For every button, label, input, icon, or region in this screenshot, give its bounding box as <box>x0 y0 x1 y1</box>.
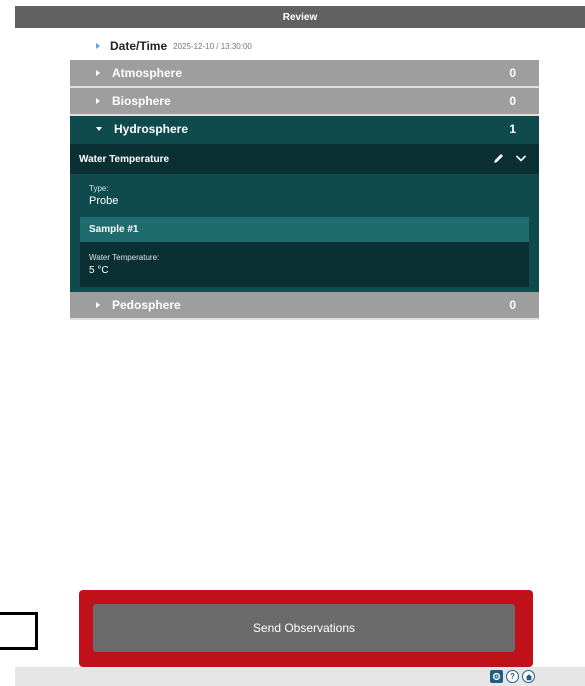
sample-header[interactable]: Sample #1 <box>80 217 529 242</box>
pencil-icon[interactable] <box>493 152 505 167</box>
triangle-right-icon <box>96 43 100 49</box>
sample-body: Water Temperature: 5 °C <box>80 242 529 287</box>
help-glyph: ? <box>510 672 515 681</box>
type-value: Probe <box>89 195 119 207</box>
type-label: Type: <box>89 184 109 193</box>
caret-down-icon <box>96 127 102 131</box>
section-label: Hydrosphere <box>114 122 189 136</box>
section-label: Pedosphere <box>112 298 181 312</box>
section-count: 0 <box>509 94 516 108</box>
section-hydrosphere[interactable]: Hydrosphere 1 <box>70 116 539 144</box>
sections-panel: Atmosphere 0 Biosphere 0 Hydrosphere 1 W… <box>70 60 539 320</box>
send-button-label: Send Observations <box>252 621 356 635</box>
section-label: Atmosphere <box>112 66 183 80</box>
help-icon[interactable]: ? <box>506 670 519 683</box>
gear-icon[interactable] <box>490 670 503 683</box>
observation-header[interactable]: Water Temperature <box>70 144 539 174</box>
observation-title: Water Temperature <box>79 153 170 165</box>
page-title: Review <box>282 11 318 23</box>
section-atmosphere[interactable]: Atmosphere 0 <box>70 60 539 88</box>
footer-icons: ? <box>490 670 535 683</box>
caret-right-icon <box>96 302 100 308</box>
type-field: Type: Probe <box>80 184 529 217</box>
caret-right-icon <box>96 70 100 76</box>
review-header: Review <box>15 6 585 28</box>
review-screen: Review Date/Time 2025-12-10 / 13:30:00 A… <box>0 0 585 686</box>
section-count: 0 <box>509 66 516 80</box>
home-icon[interactable] <box>522 670 535 683</box>
observation-body: Type: Probe Sample #1 Water Temperature:… <box>70 174 539 292</box>
datetime-row: Date/Time 2025-12-10 / 13:30:00 <box>96 37 252 55</box>
caret-right-icon <box>96 98 100 104</box>
section-pedosphere[interactable]: Pedosphere 0 <box>70 292 539 320</box>
chevron-down-icon[interactable] <box>515 152 527 167</box>
footer-bar: ? <box>15 667 585 686</box>
sample-field-label: Water Temperature: <box>89 253 160 262</box>
section-count: 0 <box>509 298 516 312</box>
section-biosphere[interactable]: Biosphere 0 <box>70 88 539 116</box>
section-count: 1 <box>509 122 516 136</box>
datetime-value: 2025-12-10 / 13:30:00 <box>173 41 252 51</box>
sample-field-value: 5 °C <box>89 265 109 276</box>
send-observations-button[interactable]: Send Observations <box>93 604 515 652</box>
outline-box <box>0 612 38 650</box>
datetime-label: Date/Time <box>110 39 168 53</box>
sample-title: Sample #1 <box>89 224 139 235</box>
section-label: Biosphere <box>112 94 171 108</box>
